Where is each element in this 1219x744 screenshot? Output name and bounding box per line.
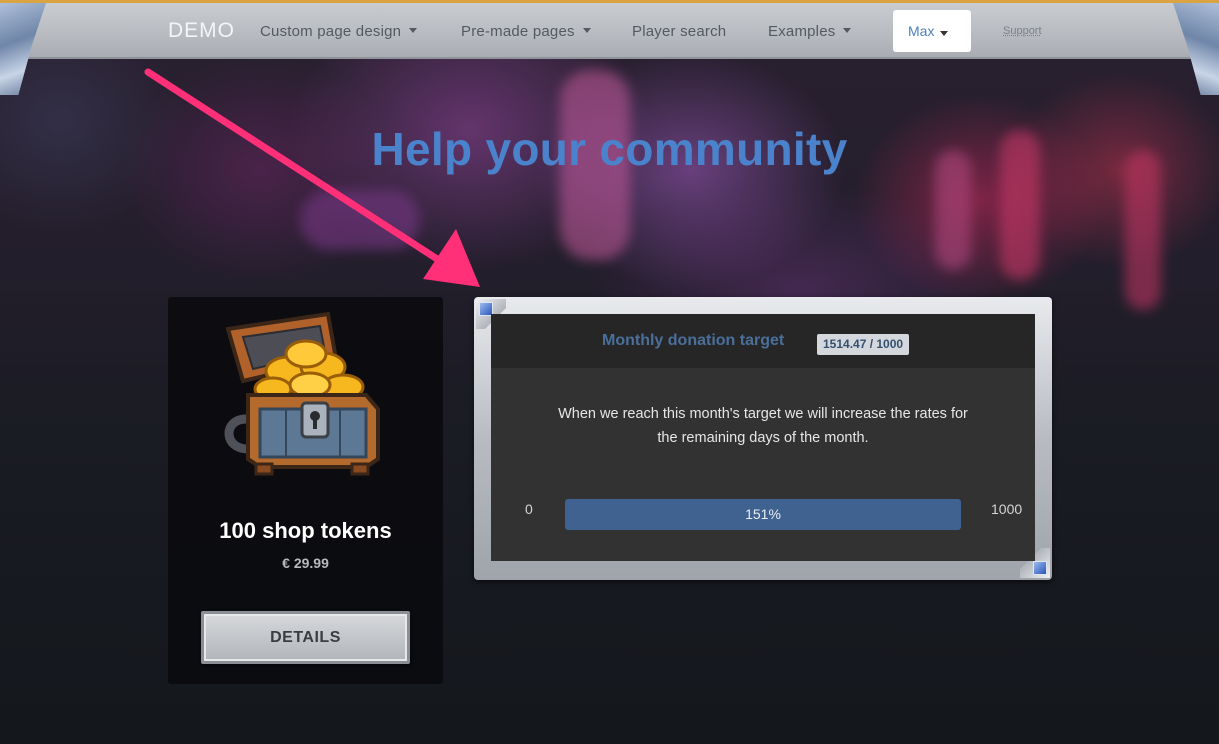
treasure-chest-icon xyxy=(224,311,380,476)
progress-min-label: 0 xyxy=(525,501,533,517)
product-name: 100 shop tokens xyxy=(219,518,392,543)
gem-icon xyxy=(1033,561,1047,575)
donation-amount-badge: 1514.47 / 1000 xyxy=(817,334,910,355)
donation-target-panel: Monthly donation target 1514.47 / 1000 W… xyxy=(474,297,1052,580)
progress-max-label: 1000 xyxy=(991,501,1023,517)
progress-percent-label: 151% xyxy=(745,506,781,522)
product-card[interactable]: 100 shop tokens € 29.99 DETAILS xyxy=(168,297,443,684)
donation-progress-bar: 151% xyxy=(565,499,961,530)
product-price: € 29.99 xyxy=(282,555,329,571)
details-button[interactable]: DETAILS xyxy=(201,611,410,664)
donation-description: When we reach this month's target we wil… xyxy=(558,406,968,446)
donation-title: Monthly donation target xyxy=(602,332,785,349)
donation-panel-body: Monthly donation target 1514.47 / 1000 W… xyxy=(491,314,1035,561)
donation-panel-header: Monthly donation target 1514.47 / 1000 xyxy=(491,314,1035,368)
